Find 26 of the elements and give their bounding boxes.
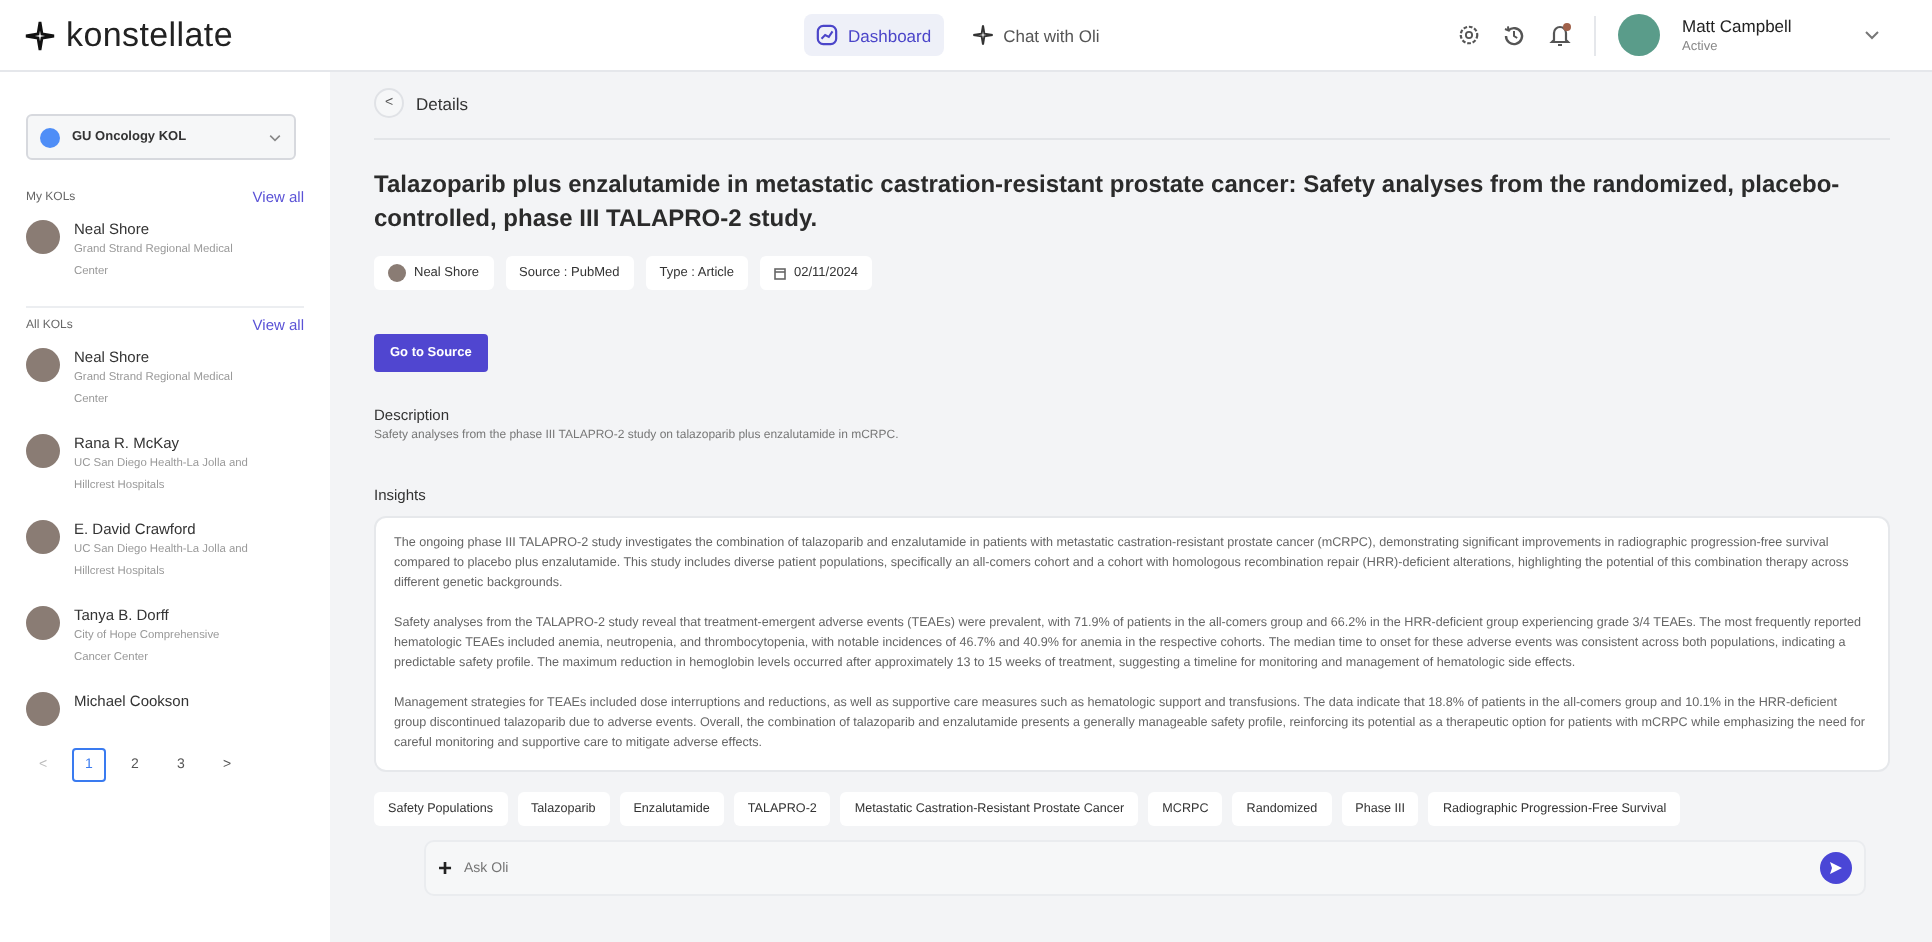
article-title: Talazoparib plus enzalutamide in metastatic castration-resistant prostate cancer: Safety analyses from the randomized, placebo-controlled, phase III TALAPRO-2 study. <box>374 168 1842 236</box>
send-icon <box>1828 860 1844 876</box>
chart-icon <box>816 24 838 46</box>
chevron-down-icon <box>268 133 282 141</box>
avatar <box>26 220 60 254</box>
sparkle-icon <box>971 24 994 46</box>
logo-icon <box>24 19 56 51</box>
bell-icon[interactable] <box>1548 22 1572 48</box>
settings-icon[interactable] <box>1458 24 1480 46</box>
avatar <box>26 348 60 382</box>
app-logo: konstellate <box>66 15 233 55</box>
history-icon[interactable] <box>1502 23 1526 47</box>
add-button[interactable]: + <box>438 854 453 882</box>
avatar <box>26 606 60 640</box>
avatar <box>26 520 60 554</box>
avatar <box>26 692 60 726</box>
user-avatar[interactable] <box>1618 14 1660 56</box>
avatar <box>388 264 406 282</box>
calendar-icon <box>773 267 786 279</box>
send-button[interactable] <box>1820 852 1852 884</box>
avatar <box>26 434 60 468</box>
chevron-down-icon[interactable] <box>1864 30 1880 40</box>
page-heading: Details <box>416 93 468 113</box>
user-name: Matt Campbell <box>1682 16 1794 36</box>
nav-tab[interactable]: Dashboard <box>804 14 944 56</box>
nav-tab[interactable]: Chat with Oli <box>959 14 1112 56</box>
